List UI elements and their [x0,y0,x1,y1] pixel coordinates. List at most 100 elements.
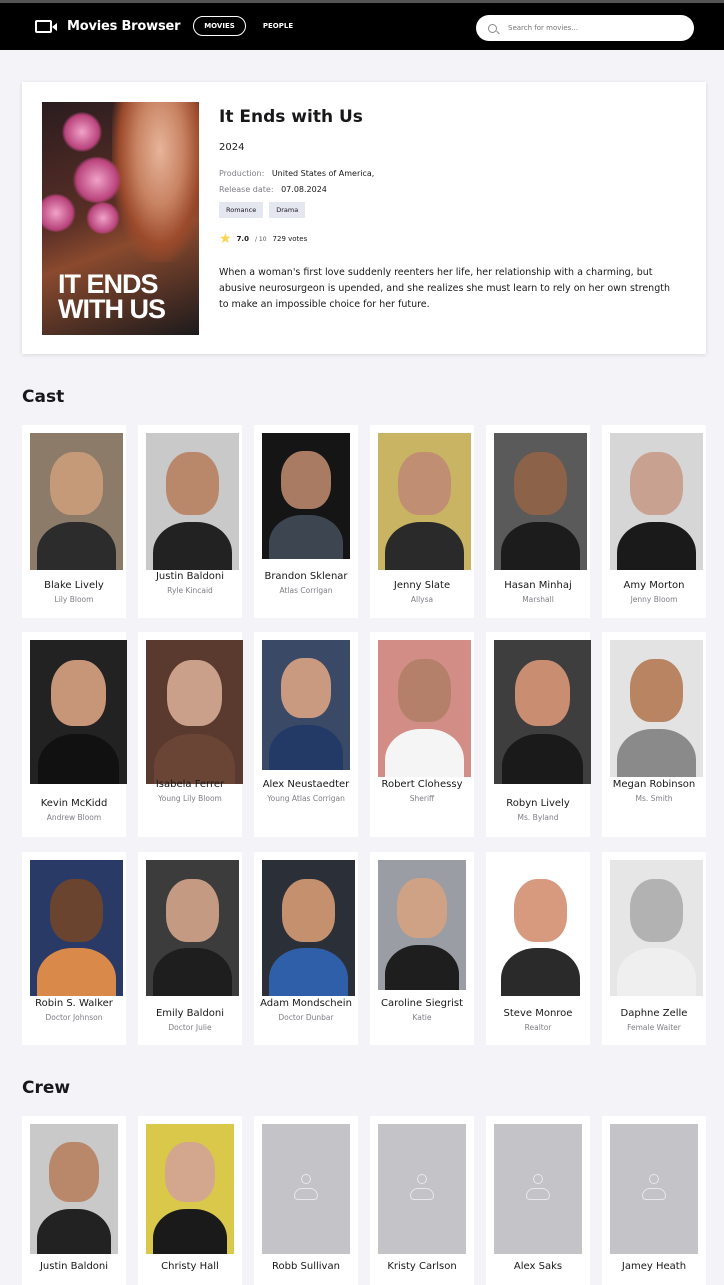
profile-photo [262,640,350,770]
genre-tag: Drama [269,202,306,218]
crew-card[interactable]: Kristy Carlson [370,1116,474,1285]
profile-photo [262,433,350,559]
cast-card[interactable]: Brandon Sklenar Atlas Corrigan [254,425,358,618]
cast-card[interactable]: Daphne Zelle Female Waiter [602,852,706,1045]
character-name: Female Waiter [627,1023,681,1032]
profile-photo [494,860,587,996]
profile-photo [30,860,123,996]
cast-card[interactable]: Jenny Slate Allysa [370,425,474,618]
search-input[interactable] [508,24,678,32]
search-icon [488,23,497,33]
crew-card[interactable]: Alex Saks [486,1116,590,1285]
profile-photo [146,640,243,784]
cast-card[interactable]: Robyn Lively Ms. Byland [486,632,591,837]
person-name: Alex Neustaedter [262,779,350,790]
person-name: Amy Morton [623,580,685,591]
profile-photo [146,433,239,570]
character-name: Marshall [522,595,554,604]
person-name: Robyn Lively [506,798,570,809]
release-date-row: Release date: 07.08.2024 [219,185,327,194]
nav-tab-movies[interactable]: MOVIES [193,16,246,36]
production-label: Production: [219,169,265,178]
person-name: Caroline Siegrist [381,998,463,1009]
cast-card[interactable]: Justin Baldoni Ryle Kincaid [138,425,242,618]
profile-photo [30,1124,118,1254]
rating-value: 7.0 [236,235,249,243]
release-date-value: 07.08.2024 [281,185,327,194]
movie-poster: IT ENDS WITH US [42,102,199,335]
crew-section-title: Crew [22,1078,71,1098]
cast-card[interactable]: Caroline Siegrist Katie [370,852,474,1045]
poster-flower [62,112,102,152]
character-name: Young Atlas Corrigan [267,794,345,803]
person-name: Jamey Heath [621,1261,687,1272]
character-name: Sheriff [409,794,435,803]
person-name: Isabela Ferrer [155,779,225,790]
profile-photo [494,433,587,570]
character-name: Doctor Julie [168,1023,212,1032]
user-placeholder-icon [525,1174,551,1204]
cast-card[interactable]: Adam Mondschein Doctor Dunbar [254,852,358,1045]
person-name: Hasan Minhaj [504,580,572,591]
profile-photo-placeholder [610,1124,698,1254]
genre-tags: Romance Drama [219,202,306,218]
movie-year: 2024 [219,142,245,153]
character-name: Ms. Smith [635,794,673,803]
production-row: Production: United States of America, [219,169,374,178]
cast-card[interactable]: Isabela Ferrer Young Lily Bloom [138,632,243,837]
search-bar [476,15,694,41]
profile-photo-placeholder [262,1124,350,1254]
crew-card[interactable]: Justin Baldoni [22,1116,126,1285]
poster-title-line: WITH US [58,294,166,324]
cast-section-title: Cast [22,387,65,407]
cast-card[interactable]: Robin S. Walker Doctor Johnson [22,852,126,1045]
crew-card[interactable]: Christy Hall [138,1116,242,1285]
cast-card[interactable]: Emily Baldoni Doctor Julie [138,852,242,1045]
character-name: Lily Bloom [54,595,94,604]
release-date-label: Release date: [219,185,274,194]
cast-card[interactable]: Blake Lively Lily Bloom [22,425,126,618]
character-name: Jenny Bloom [630,595,678,604]
genre-tag: Romance [219,202,264,218]
person-name: Robert Clohessy [381,779,463,790]
cast-card[interactable]: Hasan Minhaj Marshall [486,425,590,618]
profile-photo [494,640,591,784]
crew-card[interactable]: Jamey Heath [602,1116,706,1285]
character-name: Young Lily Bloom [158,794,222,803]
person-name: Kristy Carlson [387,1261,457,1272]
cast-card[interactable]: Megan Robinson Ms. Smith [602,632,706,837]
profile-photo [378,640,471,777]
character-name: Andrew Bloom [46,813,102,822]
poster-flower [72,157,122,203]
profile-photo [30,433,123,570]
poster-flower [42,194,76,232]
person-name: Megan Robinson [612,779,696,790]
movie-details-card: IT ENDS WITH US It Ends with Us 2024 Pro… [22,82,706,354]
user-placeholder-icon [641,1174,667,1204]
cast-card[interactable]: Alex Neustaedter Young Atlas Corrigan [254,632,358,837]
person-name: Daphne Zelle [620,1008,688,1019]
cast-card[interactable]: Steve Monroe Realtor [486,852,590,1045]
person-name: Justin Baldoni [39,1261,109,1272]
person-name: Robin S. Walker [35,998,113,1009]
character-name: Ms. Byland [517,813,559,822]
cast-card[interactable]: Kevin McKidd Andrew Bloom [22,632,127,837]
rating-votes: 729 votes [272,235,308,243]
person-name: Christy Hall [161,1261,219,1272]
user-placeholder-icon [409,1174,435,1204]
nav-tab-people[interactable]: PEOPLE [259,16,297,36]
character-name: Ryle Kincaid [167,586,213,595]
rating: ★ 7.0 / 10 729 votes [219,232,307,246]
person-name: Steve Monroe [503,1008,573,1019]
person-name: Justin Baldoni [155,571,225,582]
character-name: Atlas Corrigan [279,586,333,595]
character-name: Realtor [524,1023,552,1032]
crew-card[interactable]: Robb Sullivan [254,1116,358,1285]
cast-card[interactable]: Robert Clohessy Sheriff [370,632,474,837]
cast-card[interactable]: Amy Morton Jenny Bloom [602,425,706,618]
person-name: Brandon Sklenar [264,571,348,582]
profile-photo [378,433,471,570]
brand-link[interactable]: Movies Browser [35,19,181,34]
profile-photo [146,860,239,996]
profile-photo [610,433,703,570]
